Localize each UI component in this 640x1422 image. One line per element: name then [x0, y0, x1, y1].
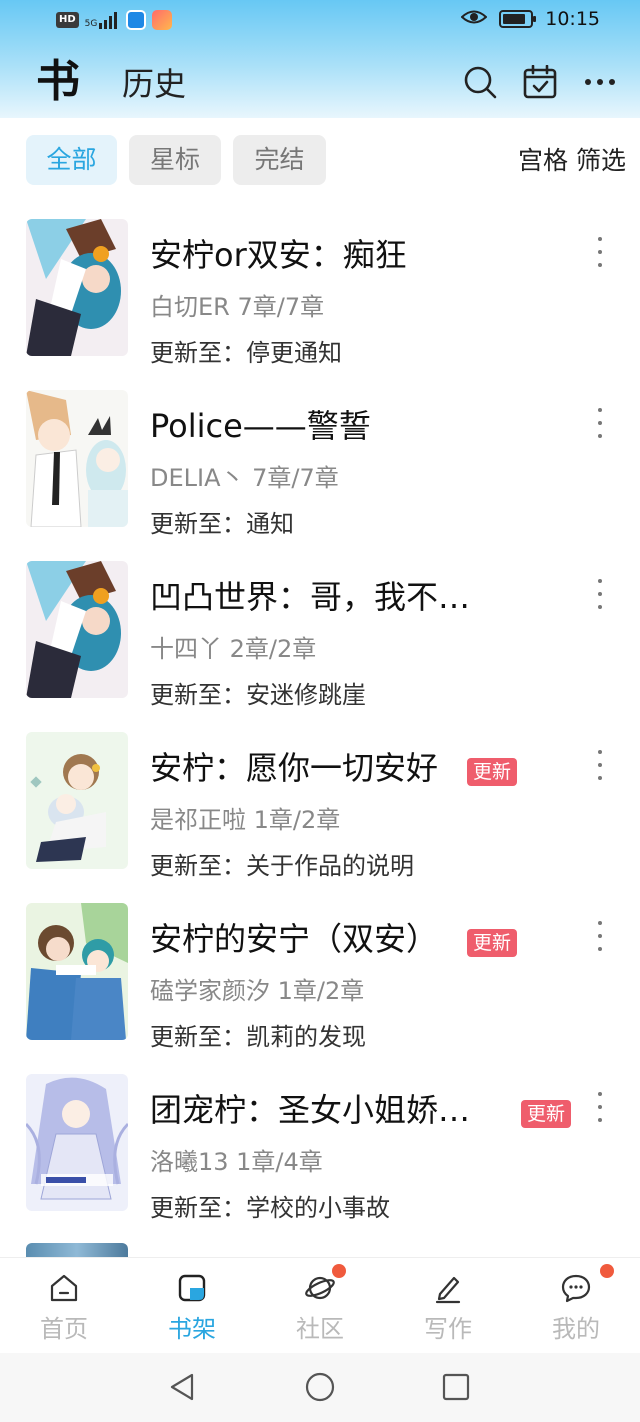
book-update: 更新至：关于作品的说明: [150, 852, 414, 880]
battery-fill: [503, 14, 526, 24]
calendar-check-icon[interactable]: [522, 64, 558, 100]
filter-finished[interactable]: 完结: [233, 135, 326, 185]
book-title: 安柠or双安：痴狂: [150, 236, 407, 274]
more-vertical-icon[interactable]: [590, 750, 610, 780]
update-badge: 更新: [467, 758, 518, 786]
recents-icon[interactable]: [440, 1371, 472, 1403]
planet-icon: [305, 1276, 335, 1300]
book-title: 凹凸世界：哥，我不…: [150, 578, 471, 616]
signal-type: 5G: [84, 19, 98, 29]
book-meta: 磕学家颜汐 1章/2章: [150, 977, 365, 1005]
bookshelf-icon: [178, 1274, 206, 1302]
nav-label: 首页: [40, 1315, 88, 1343]
filter-chips: 全部 星标 完结: [26, 135, 326, 185]
update-badge: 更新: [467, 929, 518, 957]
more-vertical-icon[interactable]: [590, 237, 610, 267]
battery-icon: [499, 10, 537, 28]
nav-write[interactable]: 写作: [384, 1258, 512, 1354]
notification-app-icon: [126, 10, 147, 30]
book-cover: [26, 732, 128, 869]
book-meta: DELIA丶 7章/7章: [150, 464, 339, 492]
book-title: 安柠的安宁（双安）: [150, 920, 439, 958]
book-meta: 白切ER 7章/7章: [150, 293, 325, 321]
book-update: 更新至：凯莉的发现: [150, 1023, 366, 1051]
book-cover: [26, 1074, 128, 1211]
tab-book[interactable]: 书: [36, 54, 80, 110]
book-cover: [26, 390, 128, 527]
status-bar: HD 5G 10:15: [0, 0, 640, 44]
book-cover: [26, 561, 128, 698]
hd-badge: HD: [56, 12, 79, 28]
book-cover-partial: [26, 1243, 128, 1257]
filter-all[interactable]: 全部: [26, 135, 117, 185]
book-item[interactable]: 安柠：愿你一切安好 更新 是祁正啦 1章/2章 更新至：关于作品的说明: [0, 718, 640, 889]
nav-home[interactable]: 首页: [0, 1258, 128, 1354]
nav-label: 社区: [296, 1315, 344, 1343]
book-title: 团宠柠：圣女小姐娇…: [150, 1091, 471, 1129]
home-icon: [50, 1274, 78, 1302]
book-item[interactable]: 安柠的安宁（双安） 更新 磕学家颜汐 1章/2章 更新至：凯莉的发现: [0, 889, 640, 1060]
nav-label: 我的: [552, 1315, 600, 1343]
nav-bookshelf[interactable]: 书架: [128, 1258, 256, 1354]
nav-label: 书架: [168, 1315, 216, 1343]
more-vertical-icon[interactable]: [590, 579, 610, 609]
book-list: 安柠or双安：痴狂 白切ER 7章/7章 更新至：停更通知 Police——警誓…: [0, 205, 640, 1231]
book-title: 安柠：愿你一切安好: [150, 749, 439, 787]
book-meta: 洛曦13 1章/4章: [150, 1148, 323, 1176]
more-vertical-icon[interactable]: [590, 408, 610, 438]
book-cover: [26, 903, 128, 1040]
app-header: 书 历史: [0, 50, 640, 116]
book-item[interactable]: 凹凸世界：哥，我不… 十四丫 2章/2章 更新至：安迷修跳崖: [0, 547, 640, 718]
more-vertical-icon[interactable]: [590, 1092, 610, 1122]
notification-dot: [600, 1264, 614, 1278]
chat-bubble-icon: [561, 1274, 591, 1303]
book-item[interactable]: 团宠柠：圣女小姐娇… 更新 洛曦13 1章/4章 更新至：学校的小事故: [0, 1060, 640, 1231]
tab-history[interactable]: 历史: [122, 64, 186, 104]
status-right: 10:15: [460, 8, 600, 30]
back-icon[interactable]: [166, 1371, 198, 1403]
nav-mine[interactable]: 我的: [512, 1258, 640, 1354]
book-update: 更新至：学校的小事故: [150, 1194, 390, 1222]
more-horizontal-icon[interactable]: [582, 64, 618, 100]
signal-icon: 5G: [85, 11, 121, 29]
book-item[interactable]: 安柠or双安：痴狂 白切ER 7章/7章 更新至：停更通知: [0, 205, 640, 376]
nav-community[interactable]: 社区: [256, 1258, 384, 1354]
header-actions: [462, 64, 618, 100]
nav-label: 写作: [424, 1315, 472, 1343]
notification-app-icon: [152, 10, 173, 30]
eye-comfort-icon: [460, 8, 488, 30]
book-update: 更新至：停更通知: [150, 339, 342, 367]
status-left: HD 5G: [56, 10, 173, 30]
filter-starred[interactable]: 星标: [129, 135, 221, 185]
book-meta: 十四丫 2章/2章: [150, 635, 317, 663]
grid-filter-button[interactable]: 宫格 筛选: [518, 145, 626, 177]
book-update: 更新至：安迷修跳崖: [150, 681, 366, 709]
book-update: 更新至：通知: [150, 510, 294, 538]
book-meta: 是祁正啦 1章/2章: [150, 806, 341, 834]
notification-dot: [332, 1264, 346, 1278]
bottom-nav: 首页 书架 社区 写作 我的: [0, 1257, 640, 1353]
clock: 10:15: [545, 8, 600, 30]
book-title: Police——警誓: [150, 407, 371, 445]
update-badge: 更新: [521, 1100, 572, 1128]
more-vertical-icon[interactable]: [590, 921, 610, 951]
home-circle-icon[interactable]: [304, 1371, 336, 1403]
search-icon[interactable]: [462, 64, 498, 100]
book-item[interactable]: Police——警誓 DELIA丶 7章/7章 更新至：通知: [0, 376, 640, 547]
pen-icon: [435, 1276, 461, 1304]
book-cover: [26, 219, 128, 356]
system-nav-bar: [0, 1353, 640, 1422]
